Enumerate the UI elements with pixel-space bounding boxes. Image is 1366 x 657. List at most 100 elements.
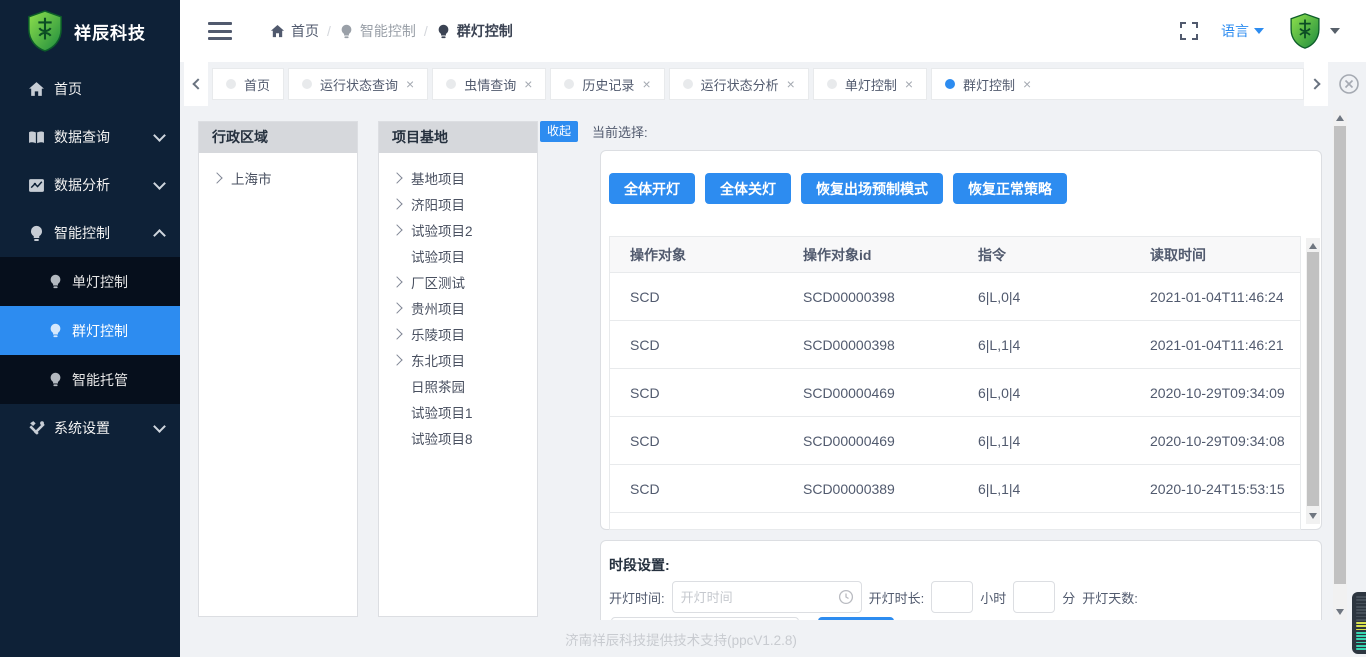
sidebar-item-smart-control[interactable]: 智能控制 bbox=[0, 209, 180, 257]
cell-command: 6|L,0|4 bbox=[958, 385, 1130, 401]
sidebar-item-single-lamp-control[interactable]: 单灯控制 bbox=[0, 257, 180, 306]
tab-run-status-analysis[interactable]: 运行状态分析 × bbox=[669, 68, 809, 100]
caret-down-icon bbox=[1254, 28, 1264, 34]
sidebar-item-home[interactable]: 首页 bbox=[0, 65, 180, 113]
tabs-scroll-right-button[interactable] bbox=[1304, 62, 1328, 106]
table-scrollbar[interactable] bbox=[1306, 238, 1320, 524]
scroll-up-icon[interactable] bbox=[1309, 243, 1317, 249]
sidebar-item-system-settings[interactable]: 系统设置 bbox=[0, 404, 180, 452]
table-row[interactable]: SCD SCD00000469 6|L,0|4 2020-10-29T09:34… bbox=[610, 368, 1300, 416]
sidebar-item-group-lamp-control[interactable]: 群灯控制 bbox=[0, 306, 180, 355]
content-scrollbar[interactable] bbox=[1333, 110, 1347, 620]
close-all-tabs-icon[interactable] bbox=[1336, 71, 1362, 97]
restore-normal-strategy-button[interactable]: 恢复正常策略 bbox=[953, 173, 1067, 204]
language-dropdown[interactable]: 语言 bbox=[1221, 21, 1264, 41]
tab-single-lamp-control[interactable]: 单灯控制 × bbox=[813, 68, 927, 100]
table-row[interactable]: SCD SCD00000398 6|L,1|4 2021-01-04T11:46… bbox=[610, 320, 1300, 368]
column-header: 操作对象 bbox=[610, 245, 783, 265]
tab-home[interactable]: 首页 bbox=[212, 68, 284, 100]
close-icon[interactable]: × bbox=[524, 77, 532, 91]
tree-item-label: 乐陵项目 bbox=[411, 324, 465, 344]
chevron-right-icon bbox=[391, 302, 402, 313]
sidebar-item-data-analysis[interactable]: 数据分析 bbox=[0, 161, 180, 209]
scrollbar-thumb[interactable] bbox=[1307, 252, 1319, 506]
cell-read-time: 2021-01-04T11:46:21 bbox=[1130, 337, 1300, 353]
duration-hours-input[interactable] bbox=[931, 581, 973, 613]
close-icon[interactable]: × bbox=[642, 77, 650, 91]
main-menu: 首页 数据查询 数据分析 智能控制 bbox=[0, 62, 180, 452]
tree-item-test1[interactable]: 试验项目1 bbox=[379, 399, 537, 425]
tab-group-lamp-control[interactable]: 群灯控制 × bbox=[931, 68, 1045, 100]
schedule-submit-button[interactable] bbox=[818, 617, 894, 620]
scroll-up-icon[interactable] bbox=[1336, 115, 1344, 121]
close-icon[interactable]: × bbox=[787, 77, 795, 91]
group-control-card: 全体开灯 全体关灯 恢复出场预制模式 恢复正常策略 操作对象 操作对象id 指令… bbox=[600, 150, 1322, 530]
tab-history[interactable]: 历史记录 × bbox=[550, 68, 664, 100]
tree-item-shanghai[interactable]: 上海市 bbox=[199, 165, 357, 191]
avatar-caret-icon[interactable] bbox=[1330, 28, 1340, 34]
scrollbar-thumb[interactable] bbox=[1334, 126, 1346, 584]
tree-item-label: 厂区测试 bbox=[411, 272, 465, 292]
all-off-button[interactable]: 全体关灯 bbox=[705, 173, 791, 204]
scroll-down-icon[interactable] bbox=[1336, 609, 1344, 615]
tree-item-guizhou[interactable]: 贵州项目 bbox=[379, 295, 537, 321]
on-time-input[interactable] bbox=[672, 581, 862, 613]
sidebar-item-smart-hosting[interactable]: 智能托管 bbox=[0, 355, 180, 404]
tree-item-test2[interactable]: 试验项目2 bbox=[379, 217, 537, 243]
cell-command: 6|L,1|4 bbox=[958, 481, 1130, 497]
schedule-card: 时段设置: 开灯时间: 开灯时长: 小时 分 开灯天数: bbox=[600, 540, 1322, 620]
tree-item-test8[interactable]: 试验项目8 bbox=[379, 425, 537, 451]
tab-run-status-query[interactable]: 运行状态查询 × bbox=[288, 68, 428, 100]
table-row[interactable]: SCD SCD00000469 6|L,1|4 2020-10-29T09:34… bbox=[610, 416, 1300, 464]
duration-minutes-input[interactable] bbox=[1013, 581, 1055, 613]
cell-target-id: SCD00000398 bbox=[783, 289, 958, 305]
home-icon bbox=[28, 81, 45, 98]
scroll-down-icon[interactable] bbox=[1309, 513, 1317, 519]
column-header: 读取时间 bbox=[1130, 245, 1300, 265]
tree-item-label: 济阳项目 bbox=[411, 194, 465, 214]
close-icon[interactable]: × bbox=[1023, 77, 1031, 91]
breadcrumb-home[interactable]: 首页 bbox=[270, 21, 319, 41]
breadcrumb-smart-control[interactable]: 智能控制 bbox=[339, 21, 416, 41]
tab-insect-query[interactable]: 虫情查询 × bbox=[432, 68, 546, 100]
cell-target: SCD bbox=[610, 433, 783, 449]
tree-item-factory-test[interactable]: 厂区测试 bbox=[379, 269, 537, 295]
breadcrumb-group-lamp-control: 群灯控制 bbox=[436, 21, 513, 41]
table-row-partial bbox=[610, 512, 1300, 529]
tree-item-rizhao-tea[interactable]: 日照茶园 bbox=[379, 373, 537, 399]
bulb-icon bbox=[48, 274, 63, 289]
hour-unit-label: 小时 bbox=[980, 588, 1006, 607]
table-row[interactable]: SCD SCD00000398 6|L,0|4 2021-01-04T11:46… bbox=[610, 272, 1300, 320]
shield-logo-icon bbox=[26, 10, 64, 52]
tree-item-northeast[interactable]: 东北项目 bbox=[379, 347, 537, 373]
tree-item-base-project[interactable]: 基地项目 bbox=[379, 165, 537, 191]
collapse-panel-button[interactable]: 收起 bbox=[540, 121, 578, 142]
sidebar-item-data-query[interactable]: 数据查询 bbox=[0, 113, 180, 161]
project-tree-panel: 项目基地 基地项目 济阳项目 试验项目2 bbox=[378, 121, 538, 617]
tree-item-label: 试验项目8 bbox=[411, 428, 473, 448]
avatar[interactable] bbox=[1288, 13, 1322, 49]
cell-target: SCD bbox=[610, 337, 783, 353]
cell-target-id: SCD00000469 bbox=[783, 385, 958, 401]
tree-item-jiyang[interactable]: 济阳项目 bbox=[379, 191, 537, 217]
table-row[interactable]: SCD SCD00000389 6|L,1|4 2020-10-24T15:53… bbox=[610, 464, 1300, 512]
fullscreen-icon[interactable] bbox=[1179, 21, 1199, 41]
tabs-scroll-left-button[interactable] bbox=[184, 62, 208, 106]
close-icon[interactable]: × bbox=[406, 77, 414, 91]
tree-item-label: 日照茶园 bbox=[411, 376, 465, 396]
brand-logo: 祥辰科技 bbox=[0, 0, 180, 62]
level-meter-widget[interactable] bbox=[1352, 592, 1366, 654]
hamburger-menu-icon[interactable] bbox=[208, 22, 232, 40]
tabs-bar: 首页 运行状态查询 × 虫情查询 × 历史记录 × bbox=[180, 62, 1366, 106]
panel-title: 行政区域 bbox=[199, 122, 357, 153]
all-on-button[interactable]: 全体开灯 bbox=[609, 173, 695, 204]
tab-dot-icon bbox=[564, 79, 574, 89]
tree-item-leling[interactable]: 乐陵项目 bbox=[379, 321, 537, 347]
main-area: 首页 / 智能控制 / 群灯控制 bbox=[180, 0, 1366, 657]
close-icon[interactable]: × bbox=[905, 77, 913, 91]
tree-item-test[interactable]: 试验项目 bbox=[379, 243, 537, 269]
schedule-extra-input[interactable] bbox=[611, 617, 799, 620]
cell-target-id: SCD00000469 bbox=[783, 433, 958, 449]
restore-factory-mode-button[interactable]: 恢复出场预制模式 bbox=[801, 173, 943, 204]
tab-label: 虫情查询 bbox=[464, 75, 516, 94]
